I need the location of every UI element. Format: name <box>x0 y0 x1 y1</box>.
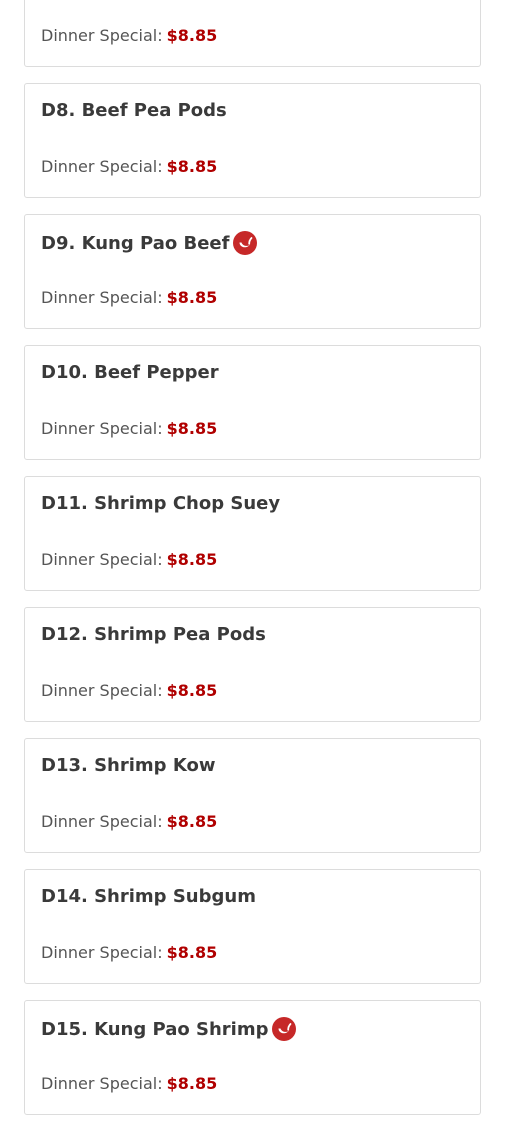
menu-item-card[interactable]: D10. Beef Pepper Dinner Special: $8.85 <box>24 345 481 460</box>
spicy-pepper-icon <box>272 1017 297 1041</box>
menu-item-title: D13. Shrimp Kow <box>41 755 215 776</box>
menu-item-price-row: Dinner Special: $8.85 <box>41 26 217 45</box>
menu-item-name: D8. Beef Pea Pods <box>41 100 227 121</box>
price-value: $8.85 <box>166 550 218 569</box>
menu-item-title: D8. Beef Pea Pods <box>41 100 227 121</box>
spicy-pepper-icon <box>233 231 258 255</box>
price-label: Dinner Special: <box>41 812 163 831</box>
menu-item-card[interactable]: D11. Shrimp Chop Suey Dinner Special: $8.… <box>24 476 481 591</box>
menu-item-name: D12. Shrimp Pea Pods <box>41 624 266 645</box>
price-value: $8.85 <box>166 1074 218 1093</box>
menu-item-title: D15. Kung Pao Shrimp <box>41 1017 297 1041</box>
price-label: Dinner Special: <box>41 1074 163 1093</box>
menu-item-name: D15. Kung Pao Shrimp <box>41 1018 269 1040</box>
price-value: $8.85 <box>166 943 218 962</box>
price-value: $8.85 <box>166 419 218 438</box>
menu-item-name: D14. Shrimp Subgum <box>41 886 256 907</box>
menu-item-title: D12. Shrimp Pea Pods <box>41 624 266 645</box>
menu-item-card[interactable]: D14. Shrimp Subgum Dinner Special: $8.85 <box>24 869 481 984</box>
menu-item-price-row: Dinner Special: $8.85 <box>41 157 217 176</box>
menu-item-title: D14. Shrimp Subgum <box>41 886 256 907</box>
price-value: $8.85 <box>166 26 218 45</box>
menu-item-title: D9. Kung Pao Beef <box>41 231 258 255</box>
menu-item-price-row: Dinner Special: $8.85 <box>41 1074 217 1093</box>
price-value: $8.85 <box>166 812 218 831</box>
price-label: Dinner Special: <box>41 550 163 569</box>
price-label: Dinner Special: <box>41 26 163 45</box>
price-value: $8.85 <box>166 288 218 307</box>
menu-item-title: D10. Beef Pepper <box>41 362 219 383</box>
menu-item-price-row: Dinner Special: $8.85 <box>41 550 217 569</box>
menu-item-price-row: Dinner Special: $8.85 <box>41 681 217 700</box>
menu-item-card[interactable]: D12. Shrimp Pea Pods Dinner Special: $8.8… <box>24 607 481 722</box>
price-label: Dinner Special: <box>41 157 163 176</box>
menu-item-card[interactable]: D13. Shrimp Kow Dinner Special: $8.85 <box>24 738 481 853</box>
menu-item-title: D11. Shrimp Chop Suey <box>41 493 280 514</box>
menu-item-name: D13. Shrimp Kow <box>41 755 216 776</box>
menu-item-card[interactable]: D8. Beef Pea Pods Dinner Special: $8.85 <box>24 83 481 198</box>
menu-item-price-row: Dinner Special: $8.85 <box>41 943 217 962</box>
menu-item-name: D10. Beef Pepper <box>41 362 219 383</box>
menu-item-name: D9. Kung Pao Beef <box>41 232 230 254</box>
price-label: Dinner Special: <box>41 419 163 438</box>
price-label: Dinner Special: <box>41 288 163 307</box>
price-label: Dinner Special: <box>41 681 163 700</box>
menu-item-name: D11. Shrimp Chop Suey <box>41 493 281 514</box>
price-value: $8.85 <box>166 157 218 176</box>
menu-item-list: Dinner Special: $8.85 D8. Beef Pea Pods D… <box>0 0 510 1131</box>
menu-item-card[interactable]: D15. Kung Pao Shrimp Dinner Special: $8.8… <box>24 1000 481 1115</box>
menu-item-card[interactable]: D9. Kung Pao Beef Dinner Special: $8.85 <box>24 214 481 329</box>
menu-item-card[interactable]: Dinner Special: $8.85 <box>24 0 481 67</box>
menu-item-price-row: Dinner Special: $8.85 <box>41 288 217 307</box>
price-value: $8.85 <box>166 681 218 700</box>
price-label: Dinner Special: <box>41 943 163 962</box>
menu-item-price-row: Dinner Special: $8.85 <box>41 419 217 438</box>
menu-item-price-row: Dinner Special: $8.85 <box>41 812 217 831</box>
